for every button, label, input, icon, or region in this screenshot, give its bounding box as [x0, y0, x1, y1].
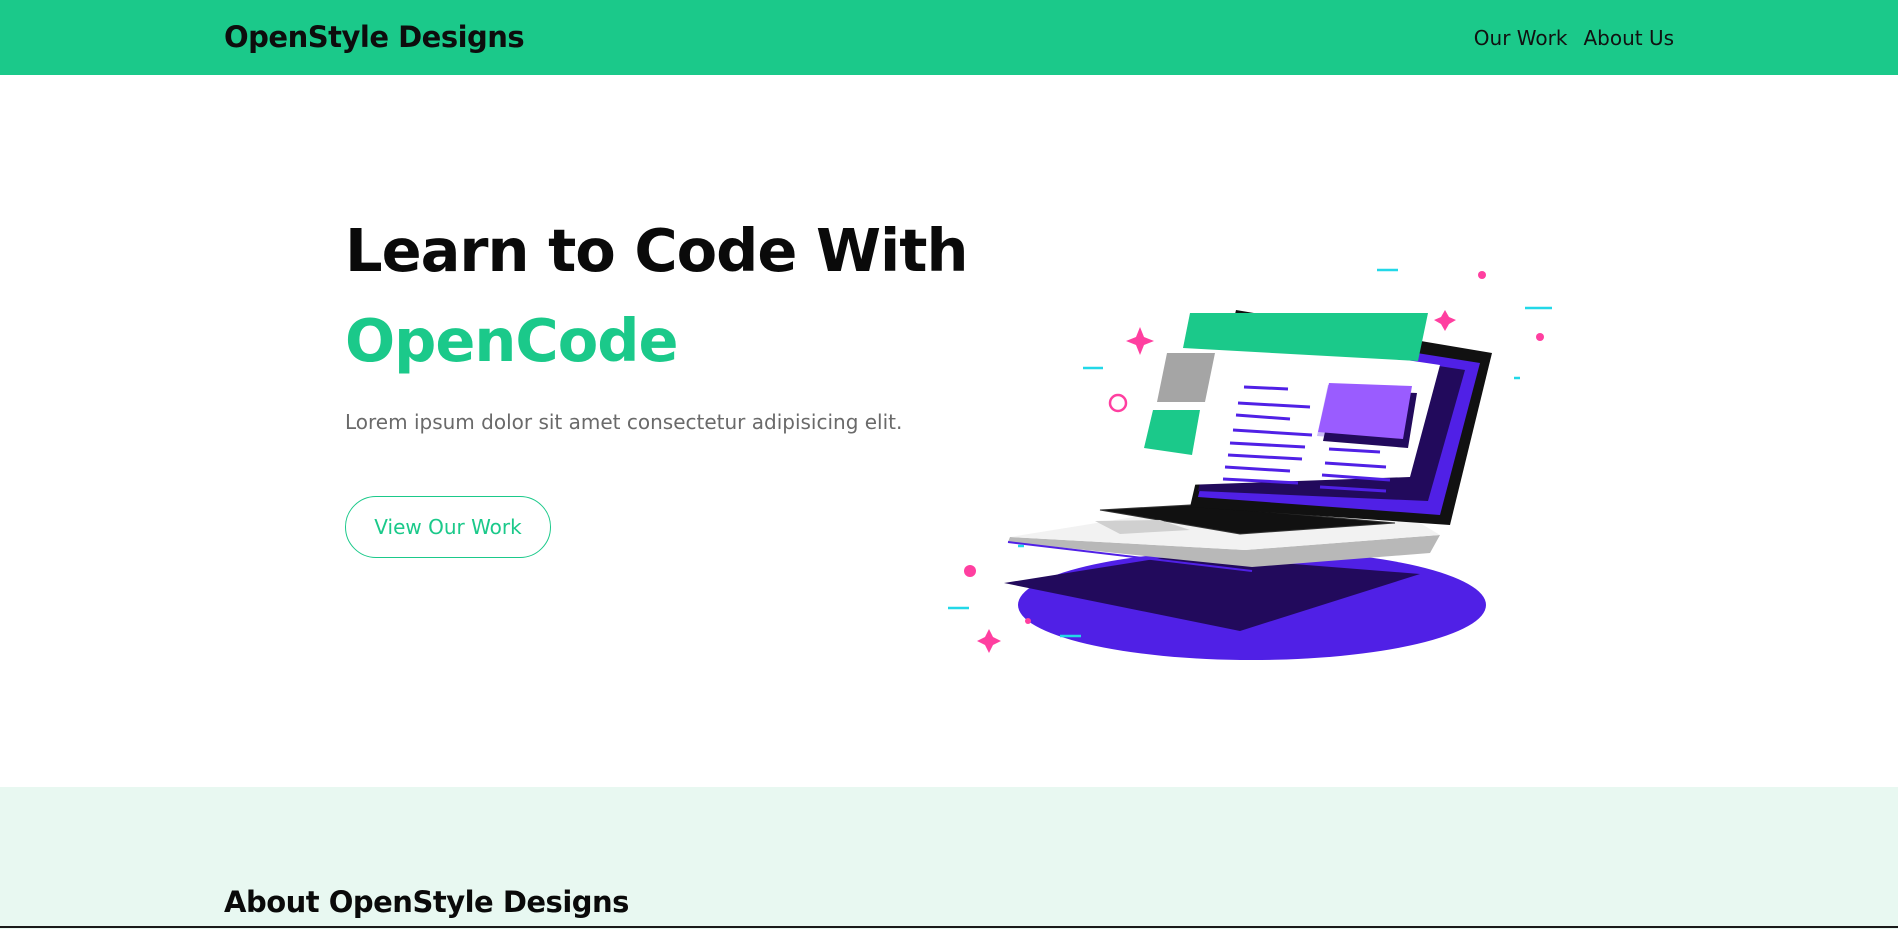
hero-subtitle: Lorem ipsum dolor sit amet consectetur a… — [345, 410, 903, 434]
hero-title-accent: OpenCode — [345, 306, 679, 375]
brand-logo[interactable]: OpenStyle Designs — [224, 18, 525, 56]
hero-section: Learn to Code With OpenCode Lorem ipsum … — [0, 75, 1898, 787]
top-navbar: OpenStyle Designs Our Work About Us — [0, 0, 1898, 75]
view-our-work-button[interactable]: View Our Work — [345, 496, 551, 558]
about-section: About OpenStyle Designs — [0, 787, 1898, 929]
hero-title-line: Learn to Code With — [345, 216, 968, 285]
about-title: About OpenStyle Designs — [224, 885, 629, 919]
nav-link-about-us[interactable]: About Us — [1583, 24, 1674, 52]
nav-links: Our Work About Us — [1474, 24, 1674, 52]
laptop-illustration-icon — [948, 268, 1552, 660]
bottom-divider — [0, 926, 1898, 928]
hero-title: Learn to Code With OpenCode — [345, 206, 968, 386]
nav-link-our-work[interactable]: Our Work — [1474, 24, 1568, 52]
